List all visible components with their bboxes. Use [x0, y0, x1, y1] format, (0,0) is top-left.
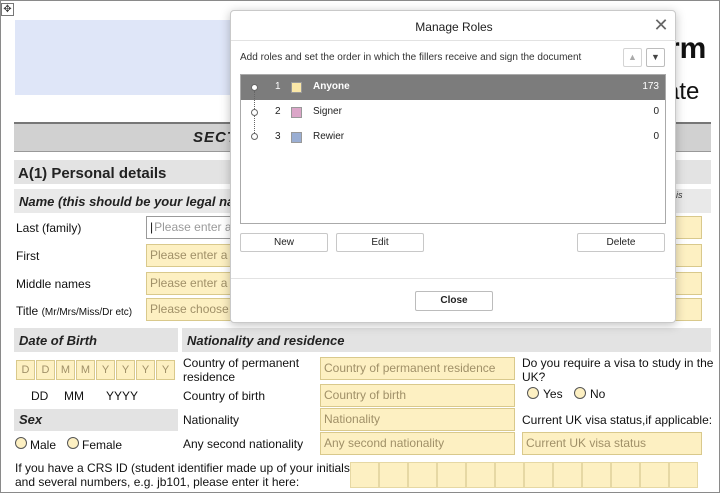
- crs-cell[interactable]: [640, 462, 669, 488]
- sex-title: Sex: [19, 412, 43, 427]
- nationality-label: Nationality: [183, 413, 240, 427]
- visa-question-1: Do you require a visa to study in the: [522, 356, 714, 370]
- dob-day-1[interactable]: D: [16, 360, 35, 380]
- visa-no-label: No: [590, 387, 606, 401]
- visa-yes-label: Yes: [543, 387, 563, 401]
- roles-list: 1 Anyone 173 2 Signer 0 3 Rewier 0: [240, 74, 666, 224]
- title-select[interactable]: Please choose a: [146, 298, 236, 321]
- crs-cell[interactable]: [466, 462, 495, 488]
- order-node-icon: [251, 109, 258, 116]
- second-nationality-label: Any second nationality: [183, 437, 304, 451]
- country-of-birth-input[interactable]: Country of birth: [320, 384, 515, 407]
- sex-male-label: Male: [30, 438, 57, 452]
- dialog-divider: [231, 40, 677, 41]
- close-icon[interactable]: ✕: [653, 16, 669, 34]
- crs-label-2: and several numbers, e.g. jb101, please …: [15, 475, 300, 489]
- dob-month-1[interactable]: M: [56, 360, 75, 380]
- order-node-icon: [251, 84, 258, 91]
- role-name: Anyone: [313, 81, 350, 92]
- role-field-count: 0: [653, 106, 659, 117]
- role-color-swatch: [291, 107, 302, 118]
- dialog-description: Add roles and set the order in which the…: [240, 52, 582, 63]
- visa-yes-radio[interactable]: [527, 387, 539, 399]
- new-role-button[interactable]: New: [240, 233, 328, 252]
- last-name-input[interactable]: Please enter a l: [146, 216, 236, 239]
- middle-names-label: Middle names: [16, 277, 91, 291]
- move-handle-icon[interactable]: ✥: [1, 3, 14, 16]
- sex-female-radio[interactable]: [67, 437, 79, 449]
- crs-cell[interactable]: [379, 462, 408, 488]
- crs-label-1: If you have a CRS ID (student identifier…: [15, 461, 350, 475]
- first-name-input[interactable]: Please enter a f: [146, 244, 236, 267]
- crs-cell[interactable]: [611, 462, 640, 488]
- last-name-input-right[interactable]: [672, 216, 702, 239]
- dialog-footer-divider: [231, 278, 677, 279]
- dob-mm-label: MM: [64, 389, 84, 403]
- visa-status-label: Current UK visa status,if applicable:: [522, 413, 713, 427]
- permanent-residence-label-1: Country of permanent: [183, 356, 300, 370]
- role-field-count: 173: [642, 81, 659, 92]
- permanent-residence-input[interactable]: Country of permanent residence: [320, 357, 515, 380]
- dob-yyyy-label: YYYY: [106, 389, 139, 403]
- role-row-signer[interactable]: 2 Signer 0: [241, 100, 665, 125]
- crs-cell[interactable]: [437, 462, 466, 488]
- middle-names-input[interactable]: Please enter a n: [146, 272, 236, 295]
- role-name: Signer: [313, 106, 342, 117]
- role-order: 3: [275, 131, 281, 142]
- role-color-swatch: [291, 82, 302, 93]
- second-nationality-input[interactable]: Any second nationality: [320, 432, 515, 455]
- crs-cell[interactable]: [553, 462, 582, 488]
- permanent-residence-label-2: residence: [183, 370, 236, 384]
- dob-year-3[interactable]: Y: [136, 360, 155, 380]
- edit-role-button[interactable]: Edit: [336, 233, 424, 252]
- nationality-title: Nationality and residence: [187, 333, 345, 348]
- close-button[interactable]: Close: [415, 291, 493, 311]
- crs-cell[interactable]: [582, 462, 611, 488]
- crs-cell[interactable]: [408, 462, 437, 488]
- sex-female-label: Female: [82, 438, 123, 452]
- role-order: 2: [275, 106, 281, 117]
- name-subheader-right-text: is: [676, 190, 683, 200]
- arrow-up-icon: ▲: [628, 52, 637, 62]
- dob-day-2[interactable]: D: [36, 360, 55, 380]
- dialog-title: Manage Roles: [415, 20, 493, 34]
- name-subheader-text: Name (this should be your legal na: [19, 194, 235, 209]
- role-color-swatch: [291, 132, 302, 143]
- title-label: Title (Mr/Mrs/Miss/Dr etc): [16, 304, 133, 318]
- crs-cell[interactable]: [495, 462, 524, 488]
- visa-question-2: UK?: [522, 370, 546, 384]
- country-of-birth-label: Country of birth: [183, 389, 266, 403]
- middle-names-input-right[interactable]: [672, 272, 702, 295]
- move-up-button[interactable]: ▲: [623, 48, 642, 67]
- arrow-down-icon: ▼: [651, 52, 660, 62]
- visa-no-radio[interactable]: [574, 387, 586, 399]
- dob-year-4[interactable]: Y: [156, 360, 175, 380]
- dob-month-2[interactable]: M: [76, 360, 95, 380]
- personal-details-title: A(1) Personal details: [18, 165, 167, 182]
- role-row-rewier[interactable]: 3 Rewier 0: [241, 125, 665, 150]
- title-select-right[interactable]: [672, 298, 702, 321]
- header-banner: [15, 20, 235, 95]
- first-name-label: First: [16, 249, 40, 263]
- crs-cell[interactable]: [350, 462, 379, 488]
- manage-roles-dialog: Manage Roles ✕ Add roles and set the ord…: [230, 10, 677, 323]
- order-node-icon: [251, 133, 258, 140]
- dob-year-2[interactable]: Y: [116, 360, 135, 380]
- role-order: 1: [275, 81, 281, 92]
- role-name: Rewier: [313, 131, 345, 142]
- role-row-anyone[interactable]: 1 Anyone 173: [241, 75, 665, 100]
- crs-cell[interactable]: [669, 462, 698, 488]
- dob-year-1[interactable]: Y: [96, 360, 115, 380]
- delete-role-button[interactable]: Delete: [577, 233, 665, 252]
- sex-male-radio[interactable]: [15, 437, 27, 449]
- visa-status-input[interactable]: Current UK visa status: [522, 432, 702, 455]
- dob-title: Date of Birth: [19, 333, 97, 348]
- move-down-button[interactable]: ▼: [646, 48, 665, 67]
- first-name-input-right[interactable]: [672, 244, 702, 267]
- last-name-label: Last (family): [16, 221, 82, 235]
- role-field-count: 0: [653, 131, 659, 142]
- crs-cell[interactable]: [524, 462, 553, 488]
- dob-dd-label: DD: [31, 389, 49, 403]
- nationality-input[interactable]: Nationality: [320, 408, 515, 431]
